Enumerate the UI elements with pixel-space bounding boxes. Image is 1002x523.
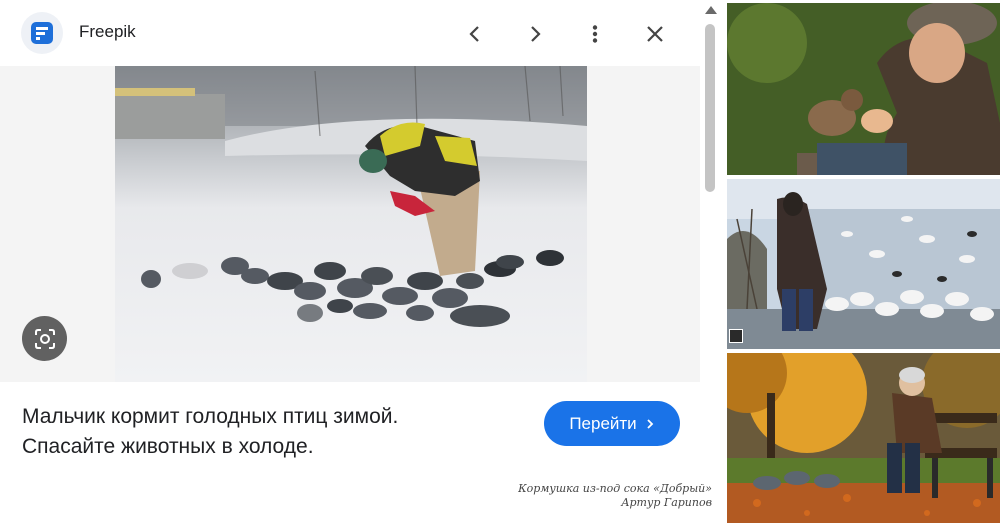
caption-line-1: Мальчик кормит голодных птиц зимой. — [22, 405, 399, 428]
visit-button-label: Перейти — [569, 413, 637, 433]
site-name[interactable]: Freepik — [79, 22, 136, 42]
main-preview-image[interactable] — [115, 66, 587, 382]
more-options-button[interactable] — [575, 14, 615, 54]
scroll-up-arrow-icon[interactable] — [705, 6, 717, 14]
related-image-3[interactable] — [727, 353, 1000, 523]
watermark-line-1: Кормушка из-под сока «Добрый» — [518, 482, 712, 495]
image-caption: Мальчик кормит голодных птиц зимой. Спас… — [22, 402, 522, 462]
watermark-line-2: Артур Гарипов — [621, 496, 712, 509]
visit-button[interactable]: Перейти — [544, 401, 680, 446]
google-lens-button[interactable] — [22, 316, 67, 361]
image-badge-icon — [729, 329, 743, 343]
chevron-right-icon — [647, 418, 653, 429]
scrollbar[interactable] — [702, 0, 720, 470]
scrollbar-thumb[interactable] — [705, 24, 715, 192]
next-image-button[interactable] — [515, 14, 555, 54]
image-preview-panel: Freepik Мальчик кормит голодных птиц зим… — [0, 0, 703, 470]
caption-line-2: Спасайте животных в холоде. — [22, 435, 314, 458]
previous-image-button[interactable] — [455, 14, 495, 54]
watermark: Кормушка из-под сока «Добрый» Артур Гари… — [518, 482, 712, 510]
related-image-2[interactable] — [727, 179, 1000, 349]
related-image-1[interactable] — [727, 3, 1000, 175]
freepik-logo-icon[interactable] — [21, 12, 63, 54]
chevron-right-icon — [531, 26, 541, 42]
preview-header: Freepik — [0, 0, 700, 66]
chevron-left-icon — [469, 26, 479, 42]
close-button[interactable] — [635, 14, 675, 54]
more-vert-icon — [592, 25, 598, 43]
close-icon — [647, 26, 663, 42]
google-lens-icon — [34, 328, 55, 349]
